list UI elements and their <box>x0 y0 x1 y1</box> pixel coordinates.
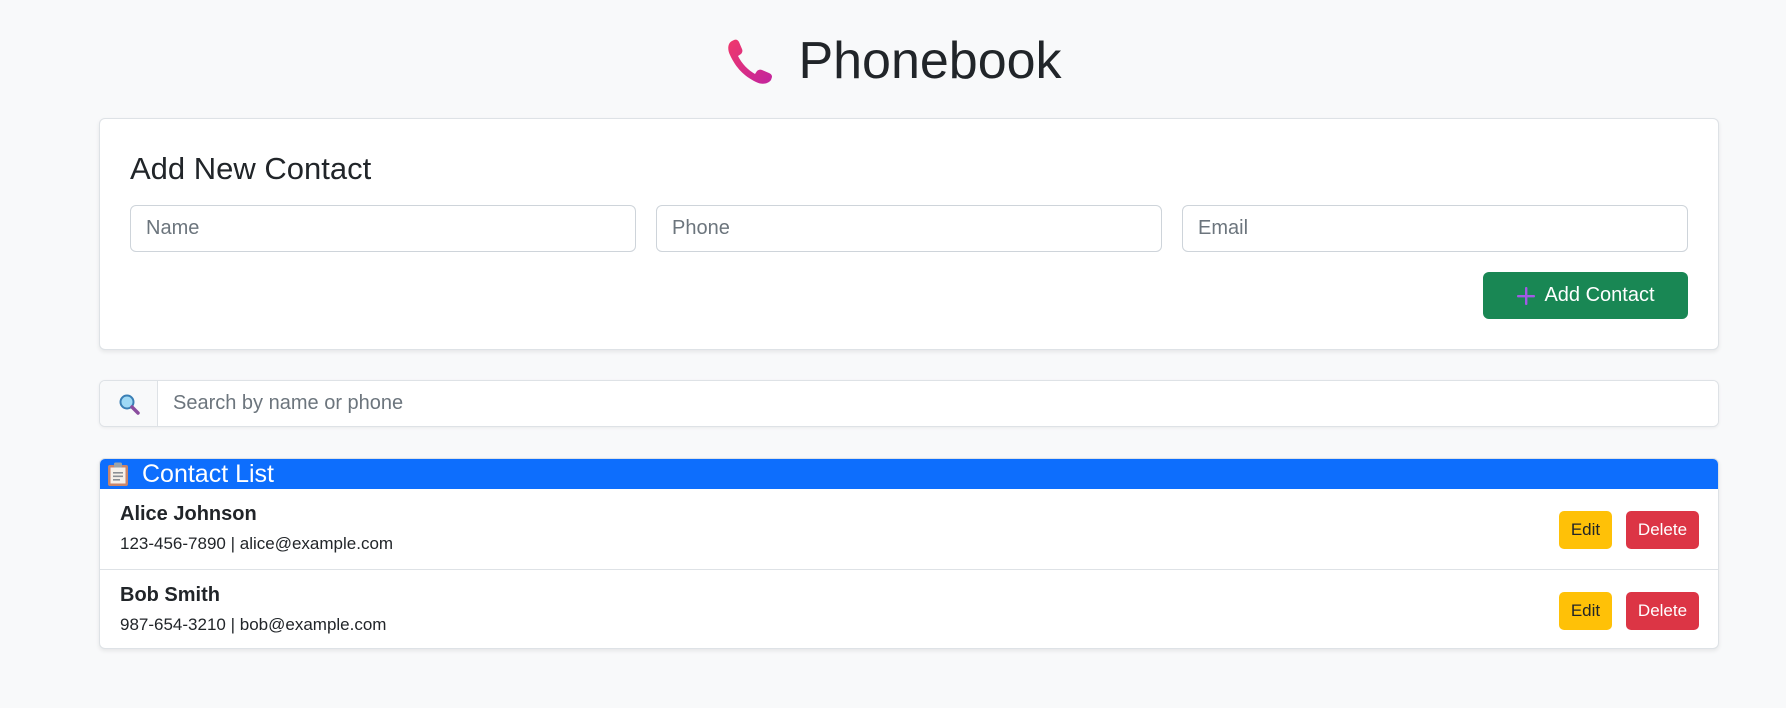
email-input[interactable] <box>1182 205 1688 252</box>
contact-list-card: Contact List Alice Johnson 123-456-7890 … <box>99 458 1719 649</box>
edit-button[interactable]: Edit <box>1559 511 1612 549</box>
contact-phone: 987-654-3210 <box>120 615 226 634</box>
plus-icon <box>1516 286 1536 306</box>
add-contact-label: Add Contact <box>1544 284 1655 306</box>
contact-info: 987-654-3210 | bob@example.com <box>120 615 386 635</box>
name-input[interactable] <box>130 205 636 252</box>
delete-button[interactable]: Delete <box>1626 592 1699 630</box>
contact-phone: 123-456-7890 <box>120 534 226 553</box>
delete-button[interactable]: Delete <box>1626 511 1699 549</box>
clipboard-icon <box>106 461 130 487</box>
contact-email: alice@example.com <box>239 534 394 553</box>
search-addon <box>100 381 158 426</box>
contact-separator: | <box>225 615 240 634</box>
list-item: Bob Smith 987-654-3210 | bob@example.com… <box>100 570 1718 648</box>
add-contact-button[interactable]: Add Contact <box>1483 272 1688 319</box>
page-header: Phonebook <box>0 28 1786 94</box>
contact-name: Bob Smith <box>120 584 220 606</box>
contact-list-heading: Contact List <box>142 460 275 488</box>
list-item: Alice Johnson 123-456-7890 | alice@examp… <box>100 489 1718 570</box>
add-contact-heading: Add New Contact <box>130 151 372 186</box>
magnifying-glass-icon <box>117 392 141 416</box>
search-bar <box>99 380 1719 427</box>
search-input[interactable] <box>158 381 1718 426</box>
page-title: Phonebook <box>798 32 1062 90</box>
edit-button[interactable]: Edit <box>1559 592 1612 630</box>
contact-list-header: Contact List <box>100 459 1718 489</box>
add-contact-card: Add New Contact Add Contact <box>99 118 1719 350</box>
contact-info: 123-456-7890 | alice@example.com <box>120 534 393 554</box>
contact-name: Alice Johnson <box>120 503 257 525</box>
telephone-receiver-icon <box>724 35 776 87</box>
phone-input[interactable] <box>656 205 1162 252</box>
contact-email: bob@example.com <box>239 615 387 634</box>
contact-separator: | <box>225 534 240 553</box>
